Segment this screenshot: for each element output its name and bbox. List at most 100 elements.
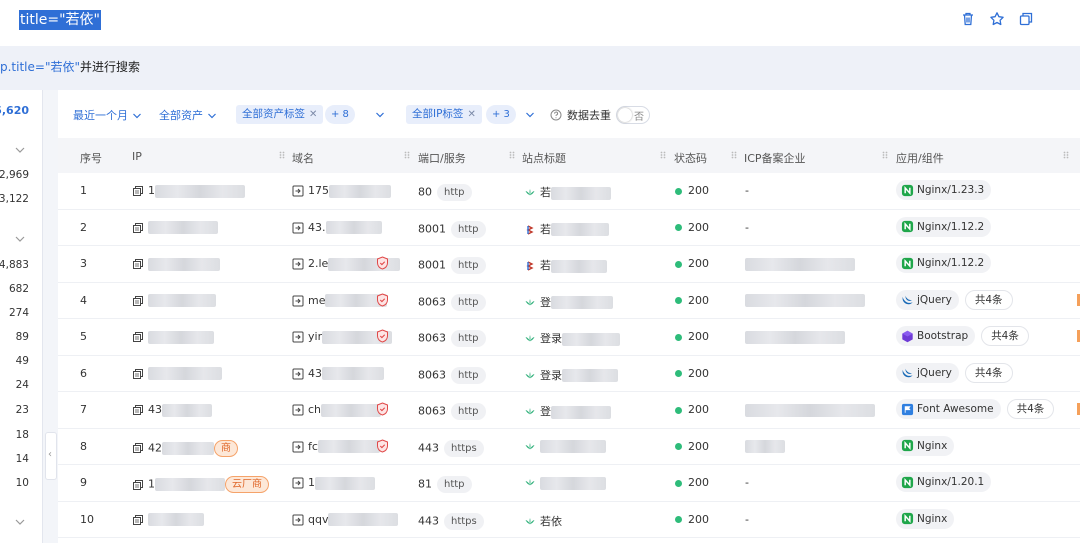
service-badge[interactable]: http: [451, 403, 486, 420]
ip-tag-count[interactable]: + 3: [486, 105, 516, 124]
service-badge[interactable]: http: [451, 257, 486, 274]
component-cell[interactable]: jQuery 共4条: [896, 289, 1013, 310]
shield-icon[interactable]: [376, 402, 389, 416]
drag-handle-icon[interactable]: [404, 151, 410, 159]
service-badge[interactable]: https: [444, 512, 484, 530]
component-badge[interactable]: Nginx/1.12.2: [896, 253, 992, 273]
column-header[interactable]: 端口/服务: [418, 150, 466, 166]
ip-value[interactable]: 42: [148, 441, 162, 454]
component-badge[interactable]: Nginx/1.23.3: [896, 180, 992, 200]
copy-icon[interactable]: [132, 442, 144, 454]
drag-handle-icon[interactable]: [509, 151, 515, 159]
ip-cell[interactable]: 42 商: [132, 439, 238, 457]
stat-count[interactable]: 49: [16, 355, 29, 367]
copy-icon[interactable]: [132, 295, 144, 307]
domain-cell[interactable]: fc: [292, 440, 380, 453]
copy-icon[interactable]: [132, 404, 144, 416]
port-cell[interactable]: 8063 http: [418, 403, 486, 420]
chevron-down-icon[interactable]: [14, 233, 26, 245]
component-cell[interactable]: Nginx/1.23.3: [896, 180, 992, 200]
component-cell[interactable]: Nginx/1.20.1: [896, 472, 992, 492]
asset-filter[interactable]: 全部资产: [159, 107, 217, 125]
external-link-icon[interactable]: [292, 331, 304, 343]
copy-icon[interactable]: [132, 258, 144, 270]
external-link-icon[interactable]: [292, 295, 304, 307]
copy-icon[interactable]: [1018, 11, 1034, 27]
drag-handle-icon[interactable]: [1063, 151, 1069, 159]
asset-tag-count[interactable]: + 8: [325, 105, 355, 124]
service-badge[interactable]: http: [437, 476, 472, 493]
ip-cell[interactable]: [132, 294, 216, 307]
service-badge[interactable]: http: [451, 220, 486, 238]
shield-icon[interactable]: [376, 292, 389, 307]
stat-count[interactable]: 14: [16, 453, 29, 465]
ip-cell[interactable]: 43: [132, 403, 212, 417]
external-link-icon[interactable]: [292, 477, 304, 489]
component-cell[interactable]: Font Awesome 共4条: [896, 399, 1055, 419]
stat-count[interactable]: 18: [16, 429, 29, 441]
service-badge[interactable]: https: [444, 439, 484, 457]
domain-value[interactable]: 2.le: [308, 257, 328, 270]
copy-icon[interactable]: [132, 368, 144, 380]
domain-cell[interactable]: 1: [292, 476, 375, 490]
port-cell[interactable]: 443 https: [418, 512, 484, 530]
chevron-down-icon[interactable]: [14, 144, 26, 156]
domain-value[interactable]: 43.: [308, 221, 326, 234]
chevron-down-icon[interactable]: [14, 516, 26, 528]
star-icon[interactable]: [989, 11, 1005, 27]
ip-cell[interactable]: 1: [132, 184, 245, 198]
component-badge[interactable]: Font Awesome: [896, 399, 1001, 419]
ip-cell[interactable]: [132, 367, 222, 380]
domain-cell[interactable]: ch: [292, 403, 382, 417]
more-components-button[interactable]: 共4条: [1006, 399, 1055, 419]
domain-cell[interactable]: me: [292, 294, 388, 307]
column-header[interactable]: IP: [132, 150, 142, 163]
domain-value[interactable]: fc: [308, 440, 318, 453]
domain-value[interactable]: qqv: [308, 513, 328, 526]
domain-cell[interactable]: 175: [292, 184, 391, 198]
dedup-toggle[interactable]: 否: [616, 106, 650, 124]
component-badge[interactable]: Bootstrap: [896, 326, 976, 346]
title-cell[interactable]: 登录: [524, 330, 620, 346]
component-badge[interactable]: Nginx: [896, 435, 955, 456]
close-icon[interactable]: ✕: [309, 109, 317, 120]
drag-handle-icon[interactable]: [731, 151, 737, 159]
title-cell[interactable]: [524, 440, 606, 453]
table-row[interactable]: 4 me 8063 http 登 200 jQuery 共4条: [58, 283, 1080, 319]
component-badge[interactable]: Nginx: [896, 508, 955, 529]
shield-icon[interactable]: [376, 329, 389, 343]
external-link-icon[interactable]: [292, 258, 304, 270]
component-cell[interactable]: Nginx: [896, 508, 955, 529]
search-query[interactable]: title="若依": [19, 10, 101, 30]
drag-handle-icon[interactable]: [660, 151, 666, 159]
column-header[interactable]: 域名: [292, 150, 314, 166]
component-badge[interactable]: Nginx/1.12.2: [896, 216, 992, 237]
port-cell[interactable]: 443 https: [418, 439, 484, 457]
title-cell[interactable]: 若: [524, 221, 609, 237]
search-bar[interactable]: title="若依": [0, 0, 1080, 46]
port-cell[interactable]: 81 http: [418, 476, 472, 493]
stat-count[interactable]: 89: [16, 331, 29, 343]
copy-icon[interactable]: [132, 185, 144, 197]
table-row[interactable]: 5 yir 8063 http 登录 200 Bootstrap 共4条: [58, 319, 1080, 356]
ip-cell[interactable]: [132, 257, 220, 271]
external-link-icon[interactable]: [292, 185, 304, 197]
collapse-sidebar-handle[interactable]: ‹: [45, 432, 57, 480]
component-cell[interactable]: Nginx/1.12.2: [896, 253, 992, 273]
table-row[interactable]: 9 1 云厂商 1 81 http 200 - Nginx/1.20.1: [58, 465, 1080, 502]
trash-icon[interactable]: [960, 11, 976, 27]
copy-icon[interactable]: [132, 479, 144, 491]
port-cell[interactable]: 8063 http: [418, 366, 486, 384]
component-cell[interactable]: jQuery 共4条: [896, 362, 1013, 383]
column-header[interactable]: 状态码: [674, 150, 707, 166]
copy-icon[interactable]: [132, 331, 144, 343]
domain-value[interactable]: ch: [308, 403, 321, 416]
table-row[interactable]: 10 qqv 443 https 若依 200 - Nginx: [58, 502, 1080, 538]
service-badge[interactable]: http: [451, 293, 486, 311]
component-badge[interactable]: Nginx/1.20.1: [896, 472, 992, 492]
ip-value[interactable]: 1: [148, 478, 155, 491]
component-cell[interactable]: Nginx: [896, 435, 955, 456]
external-link-icon[interactable]: [292, 514, 304, 526]
component-badge[interactable]: jQuery: [896, 362, 959, 383]
service-badge[interactable]: http: [451, 330, 486, 347]
